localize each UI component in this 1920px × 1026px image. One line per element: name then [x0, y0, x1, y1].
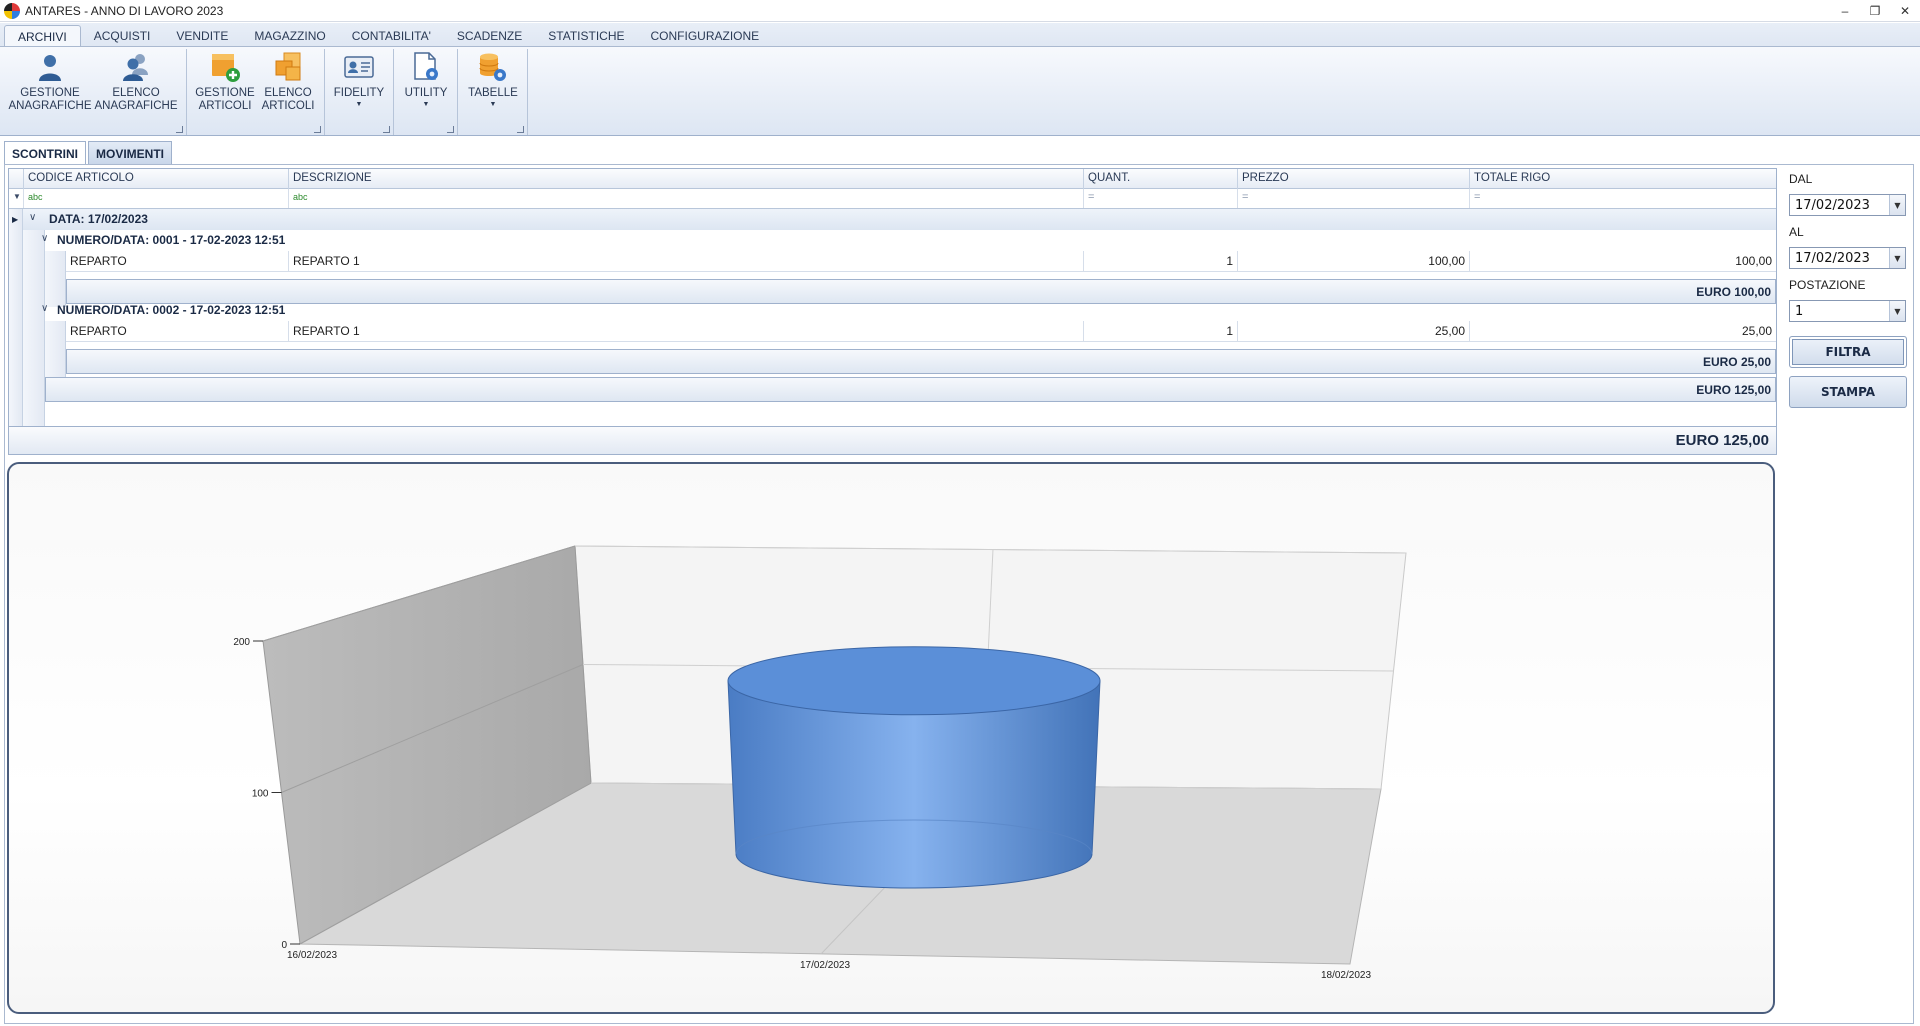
group-row-receipt-0001[interactable]: ∨ NUMERO/DATA: 0001 - 17-02-2023 12:51: [41, 230, 1776, 251]
table-row[interactable]: REPARTO REPARTO 1 1 25,00 25,00: [66, 321, 1776, 342]
x-tick-label: 17/02/2023: [800, 960, 850, 971]
group-launcher-icon[interactable]: [176, 126, 183, 133]
group-launcher-icon[interactable]: [383, 126, 390, 133]
ribbon-tab-archivi[interactable]: ARCHIVI: [4, 25, 81, 47]
dropdown-arrow-icon: ▼: [422, 100, 430, 108]
filter-totale-input[interactable]: =: [1469, 189, 1776, 208]
database-gear-icon: [479, 53, 506, 81]
app-logo-icon: [4, 2, 20, 19]
dal-date-picker[interactable]: 17/02/2023 ▼: [1789, 194, 1906, 216]
column-header-prezzo[interactable]: PREZZO: [1237, 169, 1469, 189]
window-title: ANTARES - ANNO DI LAVORO 2023: [25, 3, 224, 18]
dal-dropdown-icon[interactable]: ▼: [1889, 195, 1905, 215]
gestione-anagrafiche-button[interactable]: GESTIONE ANAGRAFICHE: [8, 51, 92, 112]
row-indicator-column: [9, 209, 23, 426]
bar-cylinder: [727, 646, 1101, 889]
ribbon-tab-acquisti[interactable]: ACQUISTI: [81, 25, 164, 47]
ribbon-tab-vendite[interactable]: VENDITE: [163, 25, 241, 47]
collapse-chevron-icon[interactable]: ∨: [41, 233, 48, 244]
chart-panel: 0 100 200 16/02/2023 17/02/2023 18/02/2023: [7, 462, 1775, 1014]
tabelle-button[interactable]: TABELLE ▼: [462, 51, 524, 108]
stampa-button[interactable]: STAMPA: [1789, 376, 1907, 408]
group-indent: [23, 230, 45, 426]
y-tick-label: 200: [233, 637, 250, 648]
person-icon: [39, 55, 61, 81]
filter-quant-input[interactable]: =: [1083, 189, 1237, 208]
filter-prezzo-input[interactable]: =: [1237, 189, 1469, 208]
x-tick-label: 18/02/2023: [1321, 970, 1371, 981]
fidelity-card-icon: [344, 56, 374, 78]
title-bar: ANTARES - ANNO DI LAVORO 2023 – ❐ ✕: [0, 0, 1920, 22]
al-dropdown-icon[interactable]: ▼: [1889, 248, 1905, 268]
ribbon-tab-contabilita[interactable]: CONTABILITA': [339, 25, 444, 47]
tab-scontrini[interactable]: SCONTRINI: [4, 141, 86, 164]
current-row-icon: ▶: [12, 215, 19, 224]
filter-codice-input[interactable]: a​b​c: [23, 189, 297, 208]
ribbon-tab-statistiche[interactable]: STATISTICHE: [535, 25, 637, 47]
close-icon[interactable]: ✕: [1890, 0, 1920, 22]
filter-icon[interactable]: ▼: [9, 189, 23, 208]
group-indent: [45, 251, 66, 307]
window-controls: – ❐ ✕: [1830, 0, 1920, 22]
receipts-grid[interactable]: CODICE ARTICOLO DESCRIZIONE QUANT. PREZZ…: [8, 168, 1777, 455]
filter-descrizione-input[interactable]: a​b​c: [288, 189, 1083, 208]
dal-label: DAL: [1789, 172, 1813, 186]
date-group-total: EURO 125,00: [45, 377, 1776, 402]
elenco-anagrafiche-button[interactable]: ELENCO ANAGRAFICHE: [94, 51, 178, 112]
utility-button[interactable]: UTILITY ▼: [398, 51, 454, 108]
x-tick-label: 16/02/2023: [287, 950, 337, 961]
column-header-totale[interactable]: TOTALE RIGO: [1469, 169, 1776, 189]
group-row-date[interactable]: ∨ DATA: 17/02/2023: [23, 209, 1776, 230]
tab-movimenti[interactable]: MOVIMENTI: [88, 141, 172, 164]
group-indent: [45, 321, 66, 377]
filtra-button[interactable]: FILTRA: [1789, 336, 1907, 368]
elenco-articoli-button[interactable]: ELENCO ARTICOLI: [258, 51, 318, 112]
ribbon-tab-configurazione[interactable]: CONFIGURAZIONE: [638, 25, 773, 47]
gestione-articoli-button[interactable]: GESTIONE ARTICOLI: [193, 51, 257, 112]
group-launcher-icon[interactable]: [314, 126, 321, 133]
column-header-quant[interactable]: QUANT.: [1083, 169, 1237, 189]
al-date-picker[interactable]: 17/02/2023 ▼: [1789, 247, 1906, 269]
collapse-chevron-icon[interactable]: ∨: [41, 303, 48, 314]
column-header-codice[interactable]: CODICE ARTICOLO: [23, 169, 297, 189]
chart-bars: [727, 646, 1101, 889]
minimize-icon[interactable]: –: [1830, 0, 1860, 22]
y-tick-label: 100: [252, 789, 269, 800]
ribbon-tab-magazzino[interactable]: MAGAZZINO: [241, 25, 338, 47]
grid-corner: [9, 169, 23, 189]
people-icon: [123, 54, 148, 81]
postazione-label: POSTAZIONE: [1789, 278, 1866, 292]
column-header-descrizione[interactable]: DESCRIZIONE: [288, 169, 1083, 189]
utility-gear-icon: [414, 52, 438, 80]
fidelity-button[interactable]: FIDELITY ▼: [330, 51, 388, 108]
dropdown-arrow-icon: ▼: [489, 100, 497, 108]
inner-tabs: SCONTRINI MOVIMENTI: [4, 141, 174, 165]
table-row[interactable]: REPARTO REPARTO 1 1 100,00 100,00: [66, 251, 1776, 272]
bar-chart-3d: 0100200 16/02/202317/02/202318/02/2023: [233, 545, 1407, 981]
grid-filter-row: ▼ a​b​c a​b​c = = =: [9, 189, 1776, 209]
grand-total: EURO 125,00: [9, 426, 1776, 454]
group-launcher-icon[interactable]: [447, 126, 454, 133]
group-launcher-icon[interactable]: [517, 126, 524, 133]
restore-icon[interactable]: ❐: [1860, 0, 1890, 22]
ribbon-tabs: ARCHIVI ACQUISTI VENDITE MAGAZZINO CONTA…: [0, 23, 1920, 47]
grid-header-row: CODICE ARTICOLO DESCRIZIONE QUANT. PREZZ…: [9, 169, 1776, 189]
add-article-icon: [212, 54, 240, 82]
postazione-select[interactable]: 1 ▼: [1789, 300, 1906, 322]
postazione-dropdown-icon[interactable]: ▼: [1889, 301, 1905, 321]
al-label: AL: [1789, 225, 1804, 239]
ribbon-tab-scadenze[interactable]: SCADENZE: [444, 25, 535, 47]
collapse-chevron-icon[interactable]: ∨: [29, 212, 36, 223]
bar-top: [727, 646, 1101, 716]
receipt-subtotal: EURO 25,00: [66, 349, 1776, 374]
articles-icon: [275, 52, 301, 81]
dropdown-arrow-icon: ▼: [355, 100, 363, 108]
group-row-receipt-0002[interactable]: ∨ NUMERO/DATA: 0002 - 17-02-2023 12:51: [41, 300, 1776, 321]
ribbon-panel: GESTIONE ANAGRAFICHE ELENCO ANAGRAFICHE …: [0, 46, 1920, 136]
